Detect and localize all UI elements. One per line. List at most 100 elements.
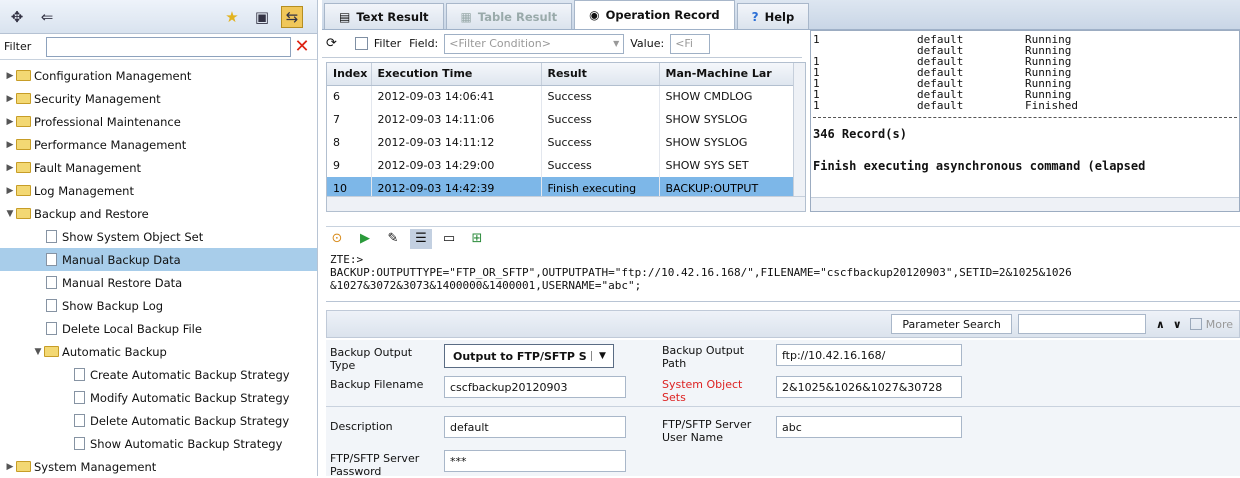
- document-icon: [46, 253, 57, 266]
- document-icon: [74, 391, 85, 404]
- table-row[interactable]: 8 2012-09-03 14:11:12 Success SHOW SYSLOG: [327, 131, 797, 154]
- tree-node[interactable]: ▶ Log Management: [0, 179, 317, 202]
- execute-icon[interactable]: ▶: [354, 229, 376, 249]
- console-col: 1: [813, 88, 820, 101]
- tree-node[interactable]: ▼ Backup and Restore: [0, 202, 317, 225]
- tab-label: Help: [764, 9, 795, 24]
- collapsed-arrow-icon[interactable]: ▶: [4, 94, 16, 104]
- expand-all-icon[interactable]: ✥: [6, 6, 28, 28]
- filter-input[interactable]: [46, 36, 291, 57]
- collapsed-arrow-icon[interactable]: ▶: [4, 462, 16, 472]
- tree-node[interactable]: Show Automatic Backup Strategy: [0, 432, 317, 455]
- history-icon[interactable]: ▭: [438, 229, 460, 249]
- record-count: 346 Record(s): [813, 127, 907, 141]
- tree-node[interactable]: ▶ Security Management: [0, 87, 317, 110]
- tree-node[interactable]: ▶ System Management: [0, 455, 317, 476]
- tree-node[interactable]: ▼ Automatic Backup: [0, 340, 317, 363]
- clear-filter-icon[interactable]: ✕: [291, 36, 313, 57]
- chevron-down-icon: ▼: [613, 39, 620, 48]
- filter-checkbox[interactable]: [354, 37, 368, 50]
- collapsed-arrow-icon[interactable]: ▶: [4, 186, 16, 196]
- window-icon[interactable]: ▣: [251, 6, 273, 28]
- table-cell-result: Success: [541, 85, 660, 108]
- refresh-icon[interactable]: ⟳: [326, 36, 337, 51]
- chevron-down-icon: ▼: [591, 351, 613, 361]
- tree-node[interactable]: ▶ Fault Management: [0, 156, 317, 179]
- parameter-search-input[interactable]: [1017, 314, 1146, 334]
- system-object-sets-field[interactable]: 2&1025&1026&1027&30728: [776, 376, 962, 398]
- swap-icon[interactable]: ⇆: [281, 5, 303, 28]
- tree-node[interactable]: ▶ Professional Maintenance: [0, 110, 317, 133]
- tree-node[interactable]: Create Automatic Backup Strategy: [0, 363, 317, 386]
- expanded-arrow-icon[interactable]: ▼: [4, 209, 16, 219]
- tree-node[interactable]: Manual Restore Data: [0, 271, 317, 294]
- operation-record-table: Index Execution Time Result Man-Machine …: [326, 62, 806, 212]
- ftp-user-name-field[interactable]: abc: [776, 416, 962, 438]
- clear-icon[interactable]: ✎: [382, 229, 404, 249]
- backup-output-type-select[interactable]: Output to FTP/SFTP S ▼: [444, 344, 614, 368]
- folder-icon: [16, 208, 31, 219]
- tree-node[interactable]: Delete Local Backup File: [0, 317, 317, 340]
- parameter-header: Parameter Search ∧ ∨ More: [326, 310, 1240, 338]
- format-icon[interactable]: ☰: [410, 228, 432, 249]
- table-vertical-scrollbar[interactable]: [793, 63, 805, 196]
- folder-icon: [44, 346, 59, 357]
- tree-node[interactable]: ▶ Performance Management: [0, 133, 317, 156]
- app-window: ✥ ⇐ ★ ▣ ⇆ Filter ✕ ▶ Configuration Manage…: [0, 0, 1240, 478]
- collapse-all-icon[interactable]: ⇐: [36, 6, 58, 28]
- collapsed-arrow-icon[interactable]: ▶: [4, 163, 16, 173]
- document-icon: [74, 414, 85, 427]
- tree-node[interactable]: Manual Backup Data: [0, 248, 317, 271]
- tree-node[interactable]: Show Backup Log: [0, 294, 317, 317]
- table-row[interactable]: 6 2012-09-03 14:06:41 Success SHOW CMDLOG: [327, 85, 797, 108]
- filter-label: Filter: [4, 40, 32, 53]
- tab-label: Table Result: [477, 9, 558, 24]
- next-icon[interactable]: ∨: [1173, 318, 1182, 331]
- tree-node-label: Log Management: [34, 183, 134, 198]
- tree-node[interactable]: Show System Object Set: [0, 225, 317, 248]
- ftp-password-field[interactable]: ***: [444, 450, 626, 472]
- console-col: Finished: [1025, 99, 1078, 112]
- tree-node-label: System Management: [34, 459, 157, 474]
- col-execution-time[interactable]: Execution Time: [371, 63, 542, 86]
- console-col: 1: [813, 66, 820, 79]
- col-command[interactable]: Man-Machine Lar: [659, 63, 797, 86]
- load-icon[interactable]: ⊙: [326, 229, 348, 249]
- more-checkbox[interactable]: [1189, 318, 1202, 330]
- tab-text-result[interactable]: ▤ Text Result: [324, 3, 444, 29]
- backup-output-path-field[interactable]: ftp://10.42.16.168/: [776, 344, 962, 366]
- tree-node[interactable]: Modify Automatic Backup Strategy: [0, 386, 317, 409]
- field-label: Field:: [409, 37, 439, 50]
- collapsed-arrow-icon[interactable]: ▶: [4, 71, 16, 81]
- document-icon: [46, 299, 57, 312]
- previous-icon[interactable]: ∧: [1156, 318, 1165, 331]
- tab-operation-record[interactable]: ◉ Operation Record: [574, 0, 735, 29]
- tree-node[interactable]: ▶ Configuration Management: [0, 64, 317, 87]
- collapsed-arrow-icon[interactable]: ▶: [4, 117, 16, 127]
- backup-filename-field[interactable]: cscfbackup20120903: [444, 376, 626, 398]
- collapsed-arrow-icon[interactable]: ▶: [4, 140, 16, 150]
- command-input[interactable]: ZTE:> BACKUP:OUTPUTTYPE="FTP_OR_SFTP",OU…: [326, 252, 1240, 302]
- favorite-star-icon[interactable]: ★: [221, 6, 243, 28]
- folder-icon: [16, 93, 31, 104]
- filter-value-input[interactable]: <Fi: [670, 33, 711, 54]
- document-icon: [74, 437, 85, 450]
- expanded-arrow-icon[interactable]: ▼: [32, 347, 44, 357]
- table-cell-time: 2012-09-03 14:06:41: [371, 85, 542, 108]
- col-index[interactable]: Index: [327, 63, 372, 86]
- tree-node[interactable]: Delete Automatic Backup Strategy: [0, 409, 317, 432]
- table-horizontal-scrollbar[interactable]: [327, 196, 805, 211]
- console-output: 1 default Running default Running 1 default Run…: [810, 30, 1240, 212]
- filter-condition-select[interactable]: <Filter Condition> ▼: [444, 33, 625, 54]
- description-field[interactable]: default: [444, 416, 626, 438]
- document-icon: [46, 322, 57, 335]
- table-row[interactable]: 9 2012-09-03 14:29:00 Success SHOW SYS SET: [327, 154, 797, 177]
- command-line-2: &1027&3072&3073&1400000&1400001,USERNAME…: [330, 279, 642, 292]
- console-horizontal-scrollbar[interactable]: [811, 197, 1239, 211]
- left-toolbar: ✥ ⇐ ★ ▣ ⇆: [0, 0, 317, 34]
- col-result[interactable]: Result: [541, 63, 660, 86]
- add-icon[interactable]: ⊞: [466, 229, 488, 249]
- table-row[interactable]: 7 2012-09-03 14:11:06 Success SHOW SYSLOG: [327, 108, 797, 131]
- tab-help[interactable]: ? Help: [736, 3, 810, 29]
- tab-table-result[interactable]: ▦ Table Result: [445, 3, 573, 29]
